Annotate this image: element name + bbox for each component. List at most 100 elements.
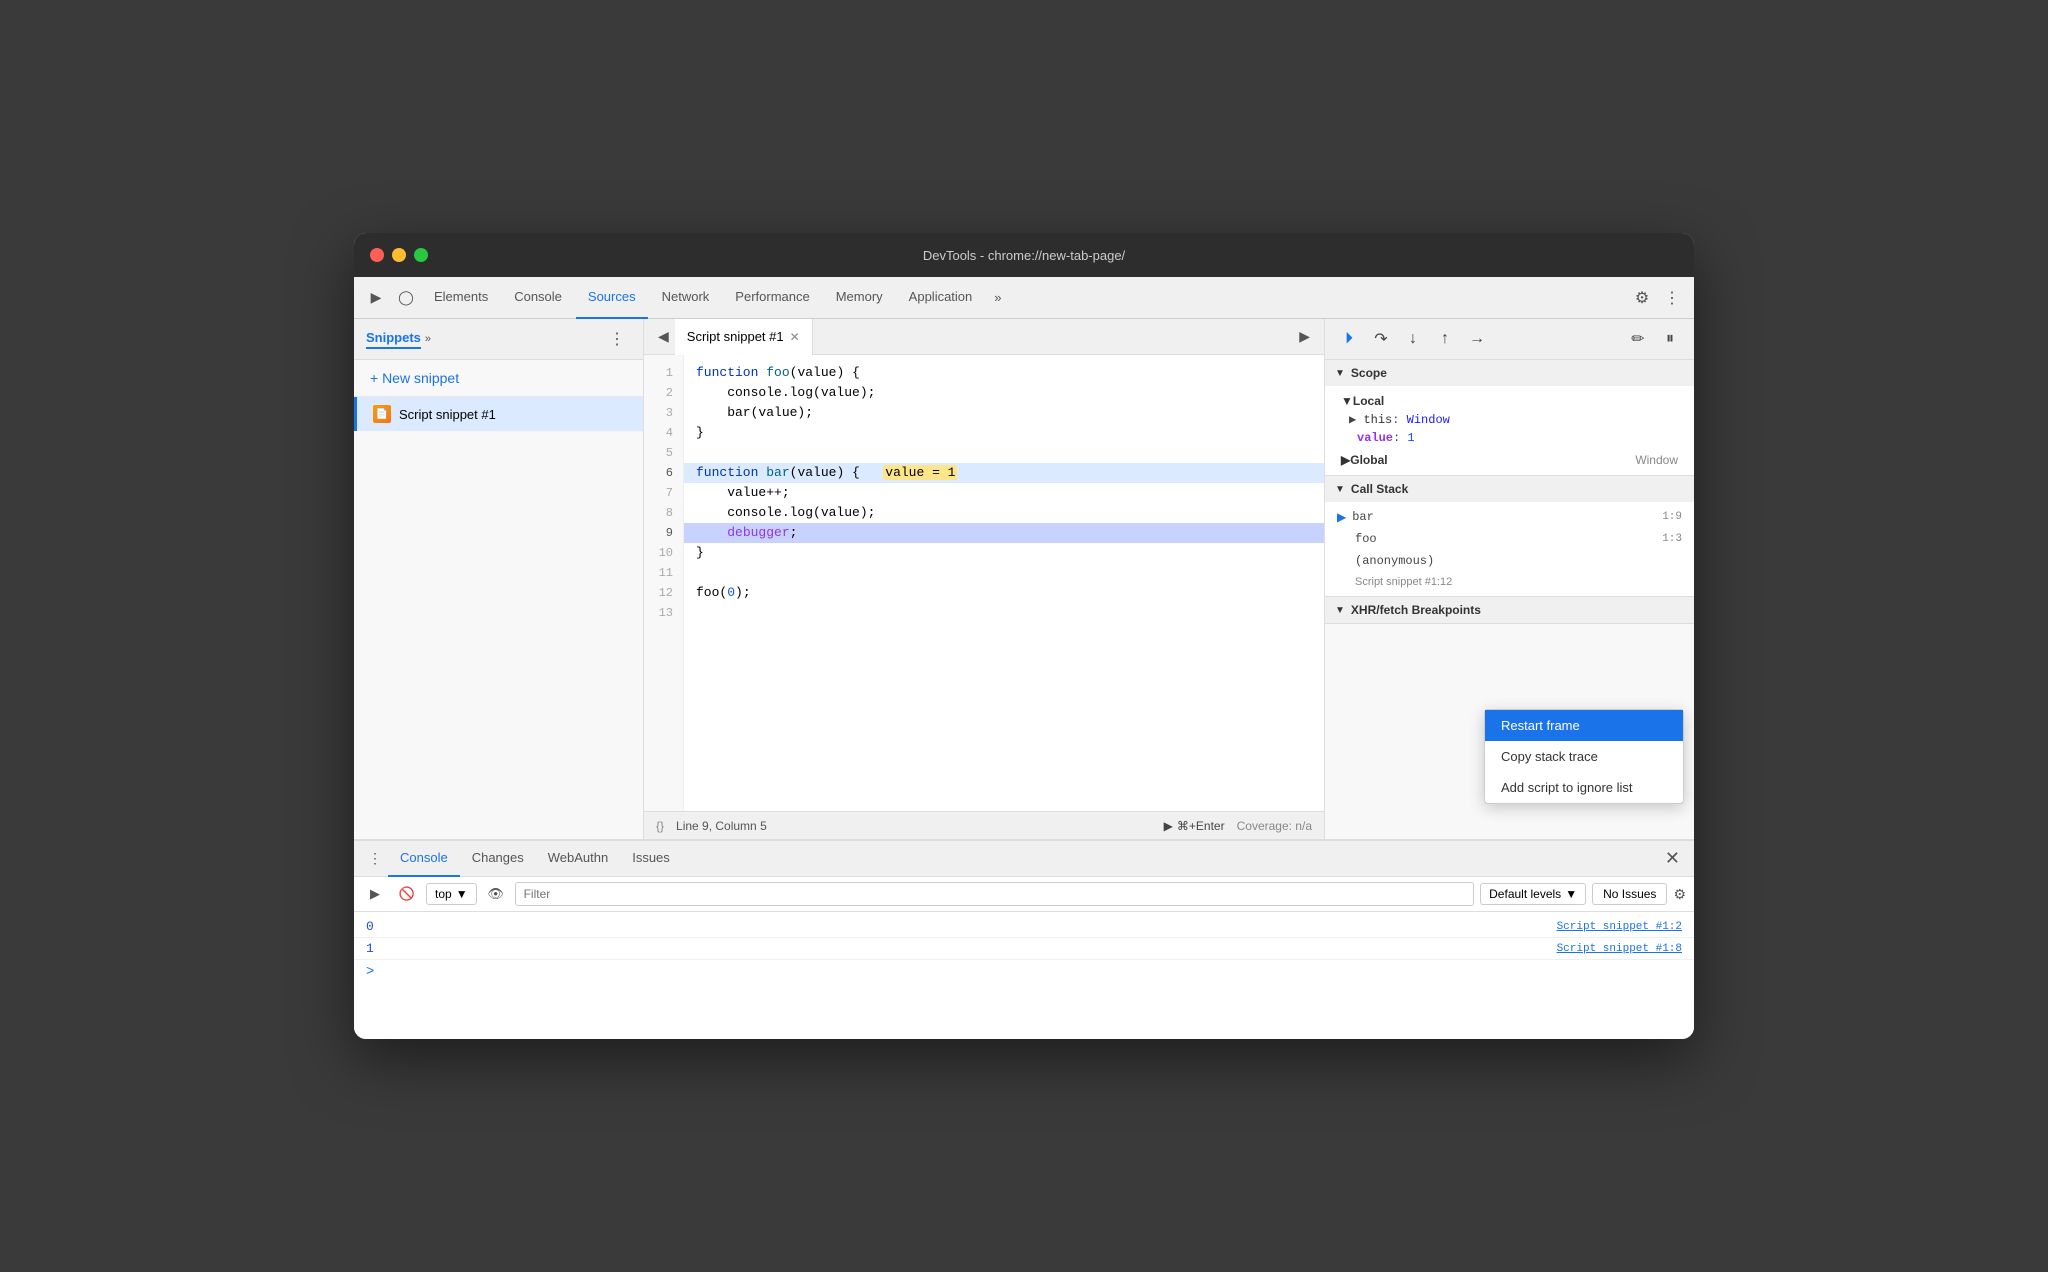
- sidebar-tab-label[interactable]: Snippets: [366, 330, 421, 349]
- window-title: DevTools - chrome://new-tab-page/: [923, 248, 1125, 263]
- run-icon: ▶: [1164, 819, 1173, 833]
- console-log-1: 1 Script snippet #1:8: [354, 938, 1694, 960]
- snippet-name: Script snippet #1: [399, 407, 496, 422]
- top-selector[interactable]: top ▼: [426, 883, 477, 905]
- code-editor: 1 2 3 4 5 6 7 8 9 10 11 12 13 function f…: [644, 355, 1324, 811]
- nav-more-icon[interactable]: »: [986, 290, 1009, 305]
- step-out-button[interactable]: ↑: [1431, 325, 1459, 353]
- run-button[interactable]: ▶ ⌘+Enter: [1164, 819, 1225, 833]
- minimize-button[interactable]: [392, 248, 406, 262]
- context-menu-ignore[interactable]: Add script to ignore list: [1485, 772, 1683, 803]
- run-snippet-icon[interactable]: ▶: [1293, 328, 1316, 345]
- main-layout: Snippets » ⋮ + New snippet 📄 Script snip…: [354, 319, 1694, 839]
- default-levels-selector[interactable]: Default levels ▼: [1480, 883, 1586, 905]
- coverage-label: Coverage: n/a: [1237, 819, 1312, 833]
- more-options-icon[interactable]: ⋮: [1658, 284, 1686, 312]
- device-toolbar-icon[interactable]: ◯: [392, 284, 420, 312]
- tab-performance[interactable]: Performance: [723, 277, 821, 319]
- code-line-5: [684, 443, 1324, 463]
- callstack-triangle-icon: ▼: [1335, 484, 1345, 495]
- console-settings-icon[interactable]: ⚙: [1673, 886, 1686, 903]
- callstack-item-foo[interactable]: foo 1:3: [1325, 528, 1694, 550]
- code-content: function foo(value) { console.log(value)…: [684, 355, 1324, 811]
- callstack-loc-bar: 1:9: [1662, 511, 1682, 523]
- snippet-source-loc: Script snippet #1:12: [1337, 576, 1452, 588]
- console-tab-issues[interactable]: Issues: [620, 841, 682, 877]
- status-format[interactable]: {}: [656, 819, 664, 833]
- console-run-icon[interactable]: ▶: [362, 881, 388, 907]
- devtools-window: DevTools - chrome://new-tab-page/ ▶ ◯ El…: [354, 233, 1694, 1039]
- console-tab-webauthn[interactable]: WebAuthn: [536, 841, 620, 877]
- new-snippet-button[interactable]: + New snippet: [354, 360, 643, 397]
- step-over-button[interactable]: ↷: [1367, 325, 1395, 353]
- editor-tab-snippet[interactable]: Script snippet #1 ✕: [675, 319, 813, 355]
- code-line-9: debugger;: [684, 523, 1324, 543]
- prompt-icon: >: [366, 964, 374, 980]
- callstack-section: ▼ Call Stack ▶ bar 1:9 foo 1:3: [1325, 476, 1694, 597]
- console-dots-icon[interactable]: ⋮: [362, 850, 388, 867]
- callstack-item-bar[interactable]: ▶ bar 1:9: [1325, 506, 1694, 528]
- prev-file-icon[interactable]: ◀: [652, 328, 675, 345]
- traffic-lights: [370, 248, 428, 262]
- settings-icon[interactable]: ⚙: [1628, 284, 1656, 312]
- console-tab-issues-label: Issues: [632, 850, 670, 865]
- tab-sources[interactable]: Sources: [576, 277, 648, 319]
- console-output: 0 Script snippet #1:2 1 Script snippet #…: [354, 912, 1694, 1039]
- line-num-8: 8: [644, 503, 683, 523]
- tab-application[interactable]: Application: [897, 277, 985, 319]
- context-menu-restart[interactable]: Restart frame: [1485, 710, 1683, 741]
- console-log-src-0[interactable]: Script snippet #1:2: [1557, 921, 1682, 933]
- step-button[interactable]: →: [1463, 325, 1491, 353]
- console-log-src-1[interactable]: Script snippet #1:8: [1557, 943, 1682, 955]
- console-clear-icon[interactable]: 🚫: [394, 881, 420, 907]
- local-group: ▼ Local ▶ this: Window value: 1: [1325, 390, 1694, 449]
- resume-button[interactable]: ⏵: [1335, 325, 1363, 353]
- line-num-5: 5: [644, 443, 683, 463]
- console-eye-icon[interactable]: 👁: [483, 881, 509, 907]
- tab-elements[interactable]: Elements: [422, 277, 500, 319]
- console-prompt[interactable]: >: [354, 960, 1694, 984]
- tab-memory[interactable]: Memory: [824, 277, 895, 319]
- code-line-1: function foo(value) {: [684, 363, 1324, 383]
- callstack-loc-foo: 1:3: [1662, 533, 1682, 545]
- callstack-header[interactable]: ▼ Call Stack: [1325, 476, 1694, 502]
- status-bar: {} Line 9, Column 5 ▶ ⌘+Enter Coverage: …: [644, 811, 1324, 839]
- local-label: Local: [1353, 394, 1384, 408]
- console-tab-console[interactable]: Console: [388, 841, 460, 877]
- maximize-button[interactable]: [414, 248, 428, 262]
- editor-tab-close-icon[interactable]: ✕: [790, 330, 800, 344]
- context-menu-copy-trace[interactable]: Copy stack trace: [1485, 741, 1683, 772]
- code-line-10: }: [684, 543, 1324, 563]
- callstack-item-anon[interactable]: (anonymous): [1325, 550, 1694, 572]
- top-chevron-icon: ▼: [456, 887, 468, 901]
- code-line-8: console.log(value);: [684, 503, 1324, 523]
- sidebar-chevron-icon[interactable]: »: [425, 333, 431, 345]
- tab-console[interactable]: Console: [502, 277, 574, 319]
- close-button[interactable]: [370, 248, 384, 262]
- this-item[interactable]: ▶ this: Window: [1325, 410, 1694, 429]
- tab-network[interactable]: Network: [650, 277, 722, 319]
- global-header[interactable]: ▶ Global Window: [1325, 451, 1694, 469]
- console-close-icon[interactable]: ✕: [1659, 848, 1686, 869]
- console-tab-changes[interactable]: Changes: [460, 841, 536, 877]
- local-header[interactable]: ▼ Local: [1325, 392, 1694, 410]
- line-num-12: 12: [644, 583, 683, 603]
- snippet-item[interactable]: 📄 Script snippet #1: [354, 397, 643, 431]
- scope-header[interactable]: ▼ Scope: [1325, 360, 1694, 386]
- console-filter-input[interactable]: [515, 882, 1475, 906]
- sidebar-dots-icon[interactable]: ⋮: [603, 327, 631, 351]
- no-issues-button[interactable]: No Issues: [1592, 883, 1667, 905]
- step-into-button[interactable]: ↓: [1399, 325, 1427, 353]
- xhr-header[interactable]: ▼ XHR/fetch Breakpoints: [1325, 597, 1694, 623]
- status-location: Line 9, Column 5: [676, 819, 1152, 833]
- select-tool-icon[interactable]: ▶: [362, 284, 390, 312]
- global-triangle-icon: ▶: [1341, 453, 1350, 467]
- default-levels-label: Default levels: [1489, 887, 1561, 901]
- scope-triangle-icon: ▼: [1335, 368, 1345, 379]
- global-group: ▶ Global Window: [1325, 449, 1694, 471]
- line-num-6: 6: [644, 463, 683, 483]
- line-num-2: 2: [644, 383, 683, 403]
- console-tabs: ⋮ Console Changes WebAuthn Issues ✕: [354, 841, 1694, 877]
- deactivate-button[interactable]: ✏: [1624, 325, 1652, 353]
- pause-button[interactable]: ⏸: [1656, 325, 1684, 353]
